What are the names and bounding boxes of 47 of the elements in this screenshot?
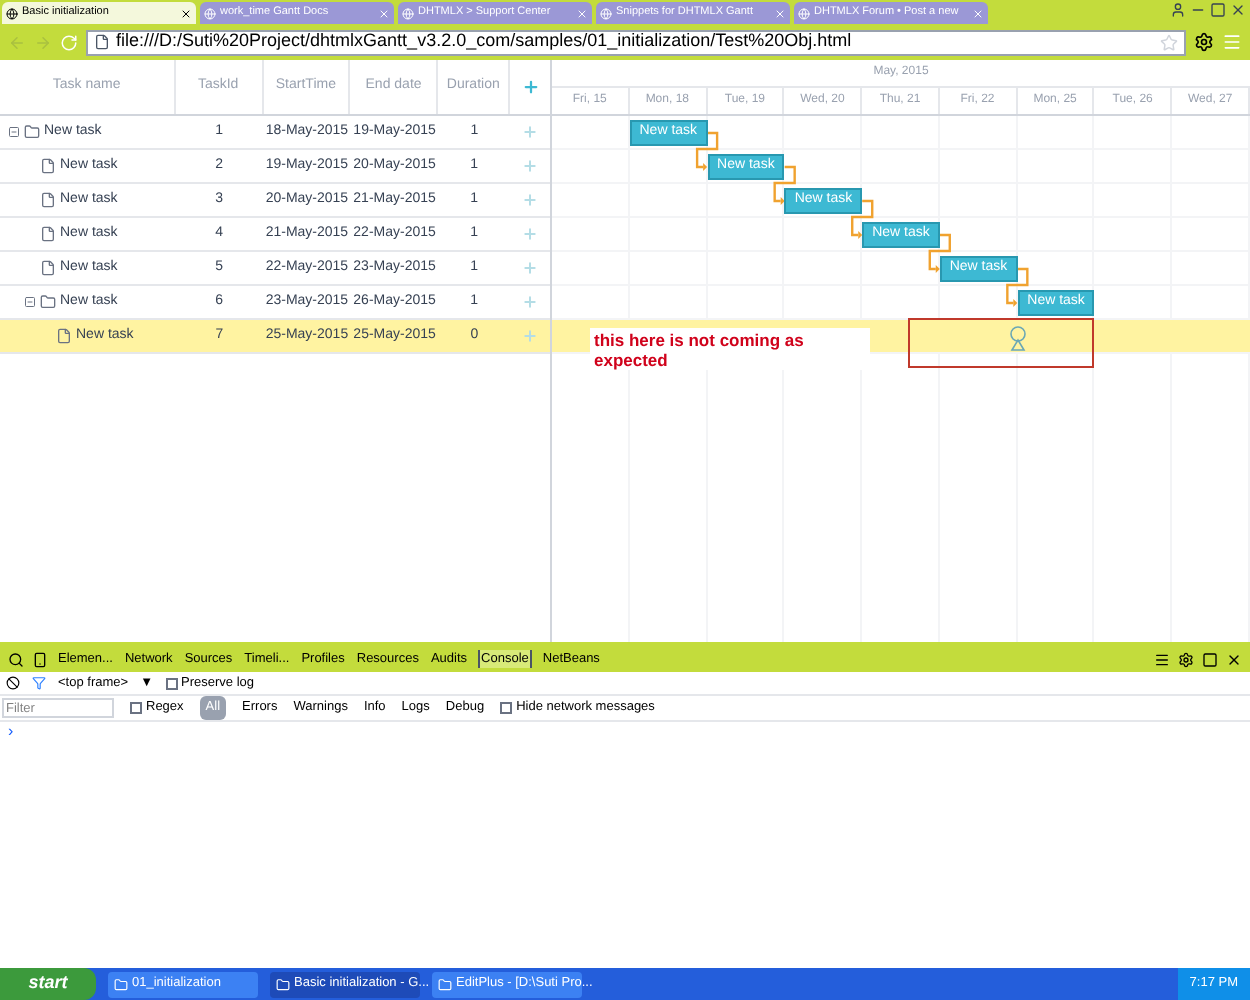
dependency-link (695, 131, 719, 171)
file-icon (40, 158, 56, 174)
url-text: file:///D:/Suti%20Project/dhtmlxGantt_v3.2.0_com/samples/01_initialization/Test%20Obj.html (116, 28, 854, 55)
search-icon[interactable] (8, 651, 24, 667)
checkbox[interactable] (130, 702, 142, 714)
page-icon (798, 7, 810, 19)
file-icon (40, 192, 56, 208)
page-icon (6, 7, 18, 19)
settings-icon[interactable] (1194, 32, 1214, 52)
star-icon[interactable] (1160, 33, 1178, 51)
user-icon[interactable] (1170, 2, 1186, 18)
add-task-icon[interactable] (521, 78, 540, 96)
filter-icon[interactable] (32, 676, 46, 690)
console-prompt[interactable]: › (8, 720, 14, 744)
close-icon[interactable] (1226, 651, 1242, 667)
clear-icon[interactable] (6, 676, 20, 690)
close-icon[interactable] (180, 7, 192, 19)
collapse-toggle-icon[interactable] (8, 126, 20, 138)
file-icon (40, 226, 56, 242)
start-button[interactable]: start (0, 968, 96, 1000)
dependency-link (928, 233, 951, 273)
maximize-icon[interactable] (1210, 2, 1226, 18)
window-icon (114, 977, 128, 991)
page-icon (600, 7, 612, 19)
device-icon[interactable] (32, 651, 48, 667)
window-icon (276, 977, 290, 991)
address-bar[interactable]: file:///D:/Suti%20Project/dhtmlxGantt_v3.2.0_com/samples/01_initialization/Test%20Obj.html (86, 29, 1186, 55)
milestone-marker-icon[interactable] (1007, 324, 1028, 352)
drawer-icon[interactable] (1154, 651, 1170, 667)
window-icon (438, 977, 452, 991)
dependency-link (773, 165, 796, 205)
dependency-link (1006, 267, 1029, 307)
page-icon (94, 34, 110, 50)
folder-icon (40, 294, 56, 310)
settings-icon[interactable] (1178, 651, 1194, 667)
close-icon[interactable] (1230, 2, 1246, 18)
page-icon (204, 7, 216, 19)
folder-icon (24, 124, 40, 140)
page-icon (402, 7, 414, 19)
dependency-link (851, 199, 874, 239)
checkbox[interactable] (500, 702, 513, 714)
dock-icon[interactable] (1202, 651, 1218, 667)
collapse-toggle-icon[interactable] (24, 296, 36, 308)
checkbox[interactable] (165, 677, 177, 689)
file-icon (56, 328, 72, 344)
file-icon (40, 260, 56, 276)
annotation-note: this here is not coming as expected (590, 328, 870, 370)
